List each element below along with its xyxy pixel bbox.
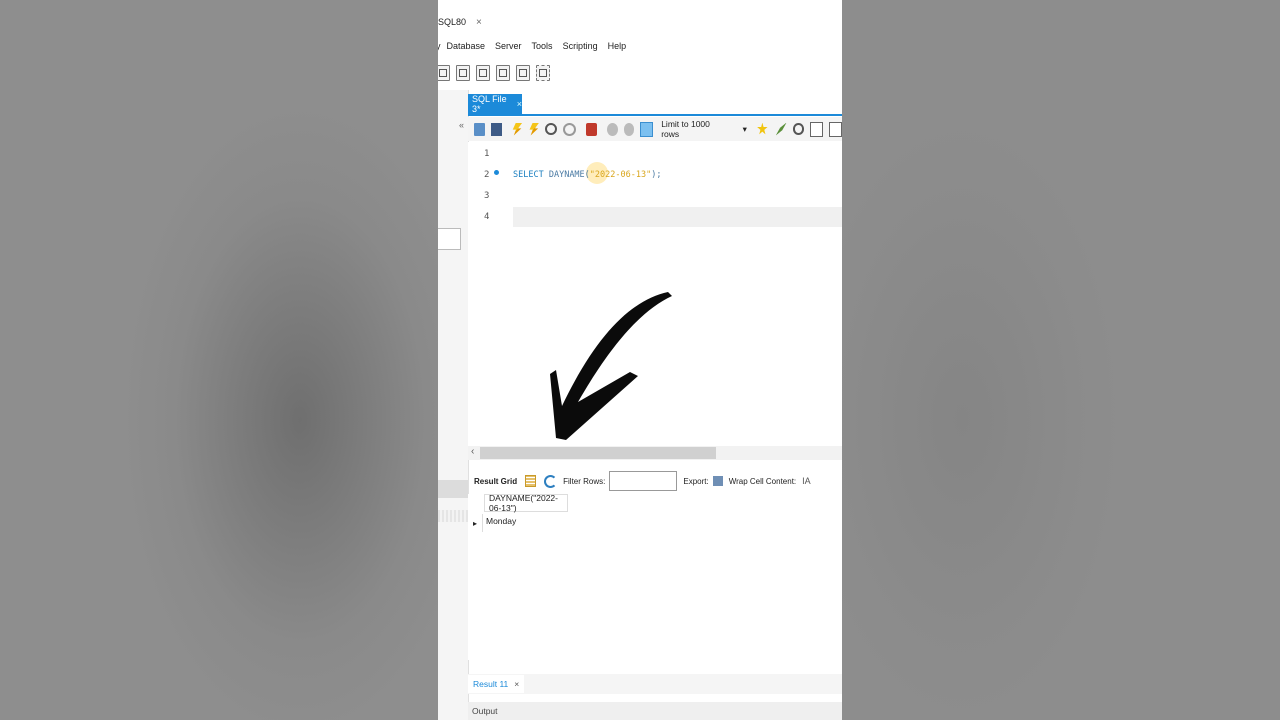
new-schema-icon[interactable] [438,65,450,81]
result-grid: DAYNAME("2022-06-13") ▸ Monday [468,493,842,660]
current-line-highlight [513,207,842,227]
autocommit-toggle-icon[interactable] [640,121,654,137]
result-tabstrip: Result 11 × [468,674,842,694]
line-number: 4 [484,212,490,222]
editor-horizontal-scrollbar[interactable]: ‹ [468,446,842,460]
line-number: 1 [484,149,490,159]
sidebar-collapse-icon[interactable]: « [459,120,464,130]
drawn-arrow-icon [550,292,672,440]
limit-rows-select[interactable]: Limit to 1000 rows ▾ [661,119,747,139]
explain-icon[interactable] [545,123,558,135]
sql-tab-label: SQL File 3* [472,94,507,114]
sidebar-panel-header [438,480,468,498]
blurred-background-left [0,0,438,720]
result-toolbar: Result Grid Filter Rows: Export: Wrap Ce… [468,471,842,491]
search-table-data-icon[interactable] [516,65,530,81]
menu-item-database[interactable]: Database [447,41,486,51]
word-wrap-icon[interactable] [829,121,842,137]
sql-tab-close-icon[interactable]: × [517,99,522,109]
wrap-cell-icon[interactable]: IA [802,476,811,486]
chevron-down-icon: ▾ [742,123,747,134]
filter-rows-label: Filter Rows: [563,476,606,486]
save-file-icon[interactable] [490,122,502,136]
main-toolbar [438,62,842,84]
connection-tab-close-icon[interactable]: × [476,17,482,28]
tab-sql-file[interactable]: SQL File 3* × [468,94,522,114]
reconnect-icon[interactable] [536,65,550,81]
limit-rows-label: Limit to 1000 rows [661,119,710,139]
export-label: Export: [683,476,709,486]
create-view-icon[interactable] [476,65,490,81]
sidebar-panel-tabs [438,510,468,522]
menu-item-server[interactable]: Server [495,41,522,51]
result-tab-label: Result 11 [473,679,509,689]
beautify-icon[interactable] [775,122,787,136]
open-file-icon[interactable] [474,122,485,136]
result-tab-close-icon[interactable]: × [514,679,519,689]
scrollbar-thumb[interactable] [480,447,716,459]
connection-tabstrip: SQL80 × [438,11,842,33]
navigator-sidebar: « [438,90,469,720]
add-snippet-icon[interactable] [757,122,768,135]
menu-item-help[interactable]: Help [608,41,627,51]
export-icon[interactable] [712,476,723,486]
workbench-window: SQL80 × y Database Server Tools Scriptin… [438,0,842,720]
sql-string-literal: "2022-06-13" [589,170,652,180]
invisible-chars-icon[interactable] [810,121,824,137]
menu-item-query[interactable]: y [438,41,441,51]
column-header[interactable]: DAYNAME("2022-06-13") [484,493,568,513]
connection-tab[interactable]: SQL80 × [438,13,482,31]
refresh-icon[interactable] [544,474,558,488]
output-panel-header[interactable]: Output [468,702,842,720]
editor-toolbar: Limit to 1000 rows ▾ [468,117,842,141]
create-table-icon[interactable] [456,65,470,81]
commit-icon[interactable] [606,122,618,136]
execute-statement-icon[interactable] [529,122,540,136]
wrap-cell-label: Wrap Cell Content: [728,476,797,486]
scroll-left-icon[interactable]: ‹ [471,446,474,457]
stop-icon[interactable] [563,122,576,136]
sql-editor[interactable]: 1 2 3 4 SELECT DAYNAME("2022-06-13"); [468,142,842,448]
output-label: Output [472,706,498,716]
sql-function: DAYNAME [548,170,585,180]
statement-marker-icon [494,170,499,175]
create-procedure-icon[interactable] [496,65,510,81]
menu-bar: y Database Server Tools Scripting Help [438,38,842,54]
menu-item-scripting[interactable]: Scripting [563,41,598,51]
document-tabstrip: SQL File 3* × [468,92,842,116]
row-pointer-icon: ▸ [468,514,483,532]
line-number: 3 [484,191,490,201]
stop-on-error-icon[interactable] [585,122,597,136]
sql-keyword: SELECT [513,170,544,180]
sql-paren-close: ); [651,170,662,180]
result-grid-button[interactable]: Result Grid [474,477,517,486]
filter-rows-input[interactable] [609,471,678,491]
connection-tab-label: SQL80 [438,17,467,27]
tab-result[interactable]: Result 11 × [468,675,525,693]
line-number: 2 [484,170,490,180]
execute-icon[interactable] [512,122,523,136]
grid-view-icon[interactable] [525,475,537,487]
blurred-background-right [842,0,1280,720]
find-icon[interactable] [792,123,805,135]
schema-filter-input[interactable] [438,228,461,250]
sql-statement[interactable]: SELECT DAYNAME("2022-06-13"); [513,170,661,180]
table-cell[interactable]: Monday [486,516,516,526]
rollback-icon[interactable] [623,122,635,136]
menu-item-tools[interactable]: Tools [532,41,553,51]
